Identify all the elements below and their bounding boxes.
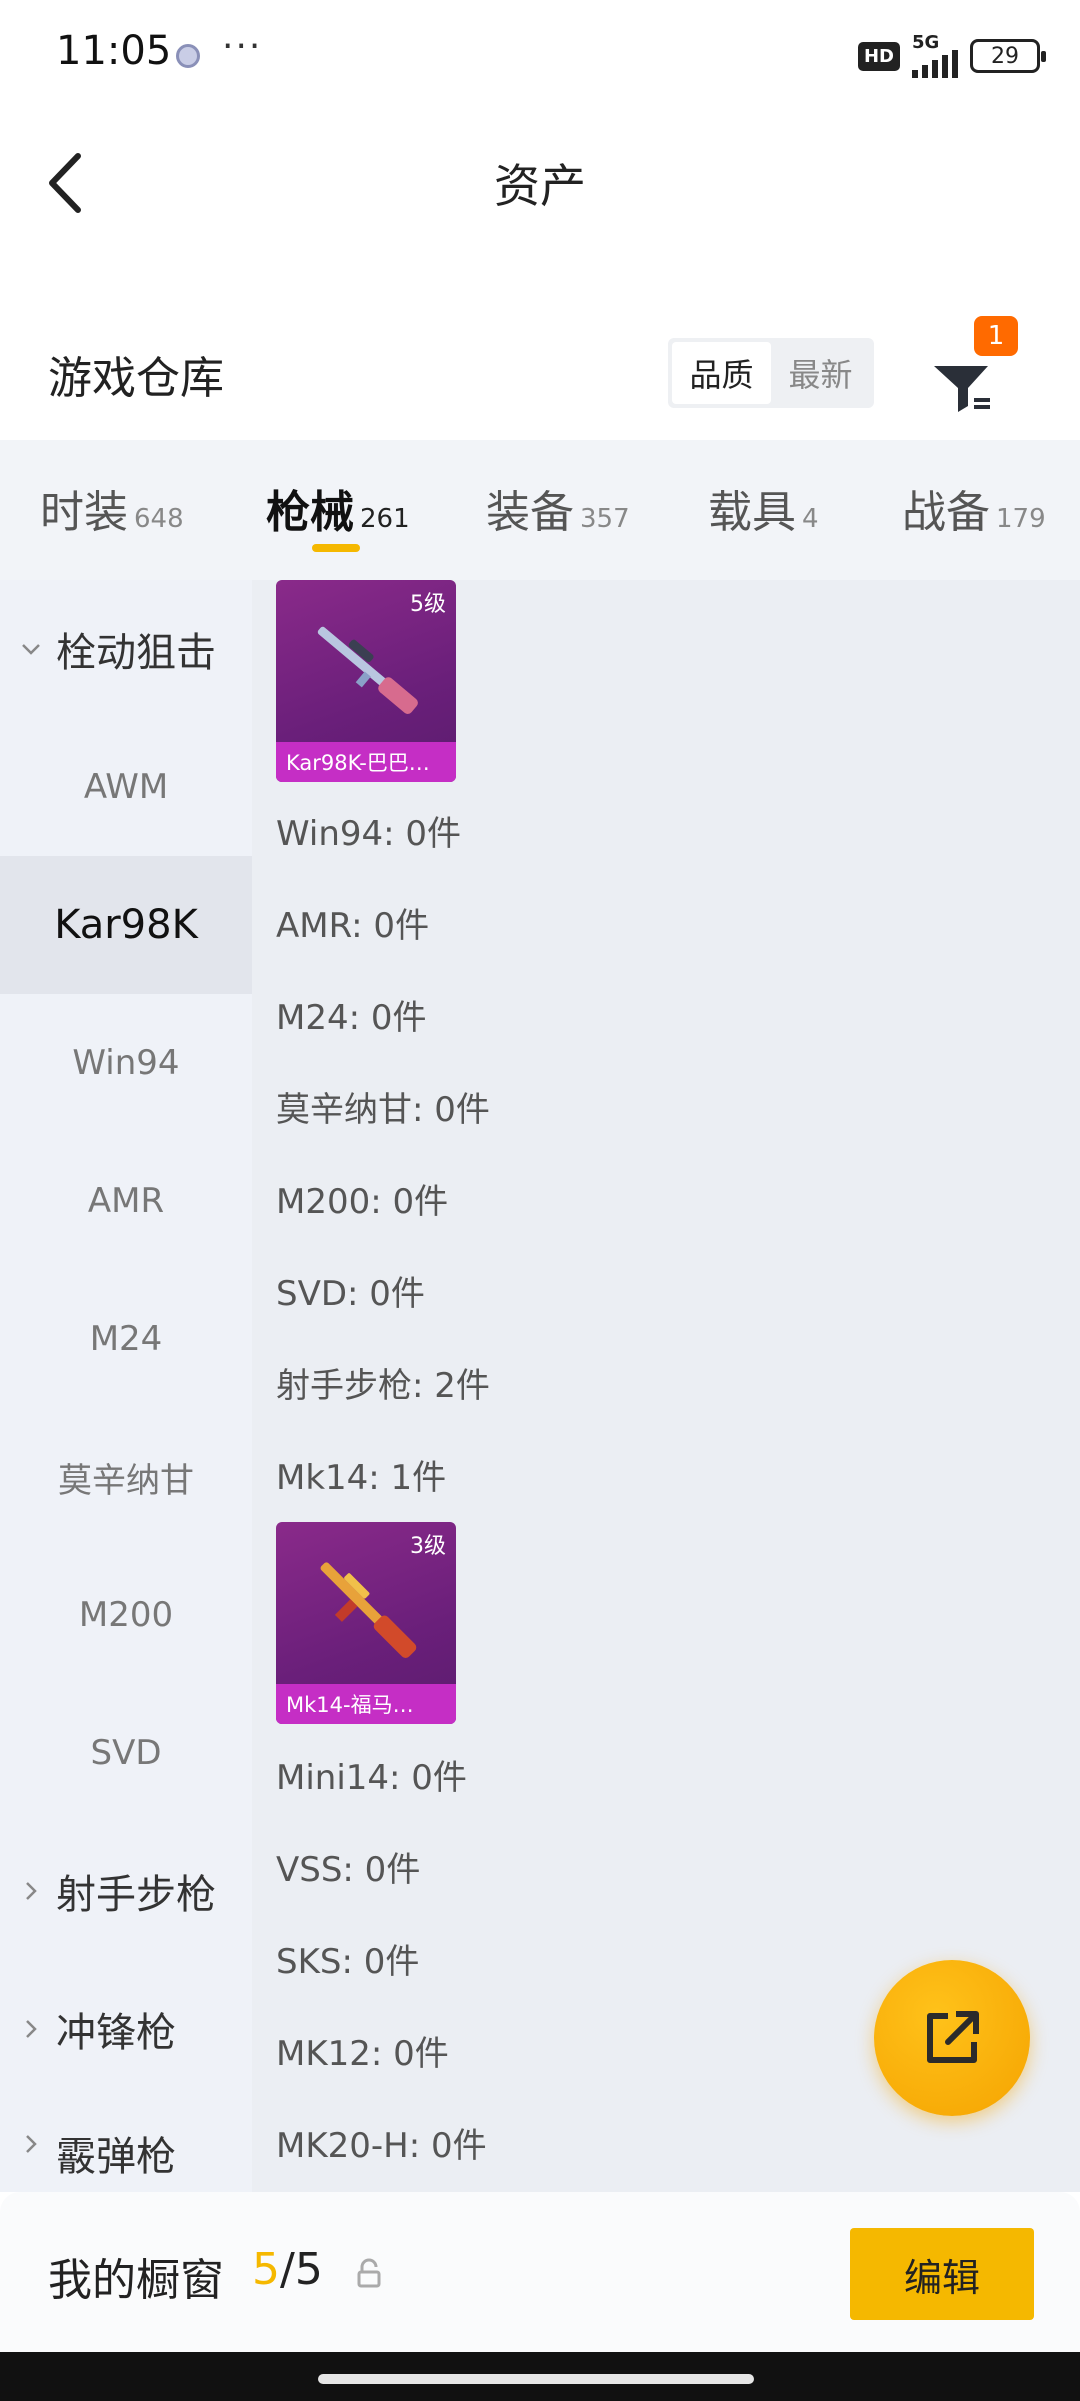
tab-vehicles[interactable]: 载具 4	[708, 476, 819, 540]
chevron-right-icon	[26, 1882, 37, 1900]
sidebar-item-m200[interactable]: M200	[0, 1546, 252, 1684]
edit-button[interactable]: 编辑	[850, 2228, 1034, 2320]
battery-level: 29	[991, 43, 1019, 69]
card-name: Mk14-福马…	[276, 1684, 456, 1724]
tab-weapons[interactable]: 枪械 261	[266, 476, 410, 540]
status-indicators: HD 5G 29	[857, 34, 1046, 78]
sort-toggle: 品质 最新	[668, 338, 874, 408]
sidebar-item-label: AWM	[83, 767, 169, 807]
sidebar-item-amr[interactable]: AMR	[0, 1132, 252, 1270]
sniper-rifle-icon	[317, 626, 418, 714]
list-item: Mini14: 0件	[276, 1758, 467, 1798]
more-notifications-icon: ···	[222, 26, 263, 67]
sidebar-item-label: 霰弹枪	[56, 2134, 176, 2180]
sidebar-item-label: 莫辛纳甘	[58, 1460, 194, 1501]
sidebar-item-kar98k[interactable]: Kar98K	[0, 856, 252, 994]
sidebar: 栓动狙击 AWM Kar98K Win94 AMR M24 莫辛纳甘 M200 …	[0, 580, 252, 2192]
sidebar-item-label: SVD	[90, 1733, 162, 1773]
list-item: M200: 0件	[276, 1182, 449, 1222]
list-item: Mk14: 1件	[276, 1458, 447, 1498]
sidebar-item-m24[interactable]: M24	[0, 1270, 252, 1408]
home-indicator[interactable]	[318, 2374, 754, 2384]
hd-icon: HD	[857, 41, 900, 71]
sidebar-item-awm[interactable]: AWM	[0, 718, 252, 856]
sidebar-item-label: 射手步枪	[56, 1872, 216, 1918]
sidebar-item-label: Kar98K	[54, 902, 198, 948]
tab-label: 战备	[902, 487, 990, 538]
card-name: Kar98K-巴巴…	[276, 742, 456, 782]
chevron-down-icon	[22, 644, 40, 655]
tab-count: 261	[360, 504, 410, 534]
sidebar-item-svd[interactable]: SVD	[0, 1684, 252, 1822]
showcase-count: 5/5	[252, 2244, 323, 2295]
list-item: 莫辛纳甘: 0件	[276, 1090, 490, 1130]
list-item: MK12: 0件	[276, 2034, 449, 2074]
tab-label: 枪械	[266, 487, 354, 538]
tab-fashion[interactable]: 时装 648	[40, 476, 184, 540]
tab-count: 357	[580, 504, 630, 534]
tab-label: 载具	[708, 487, 796, 538]
sidebar-item-label: 栓动狙击	[56, 630, 216, 676]
sidebar-group-bolt-action[interactable]: 栓动狙击	[0, 580, 252, 718]
warehouse-header: 游戏仓库 品质 最新	[0, 320, 1080, 440]
sidebar-item-label: Win94	[72, 1043, 180, 1083]
status-bar: 11:05 ··· HD 5G 29	[0, 0, 1080, 110]
rifle-icon	[320, 1562, 417, 1659]
content-list: 5级 Kar98K-巴巴… Win94: 0件 AMR: 0件 M24: 0件 …	[252, 580, 1080, 2192]
notification-icon	[176, 44, 200, 68]
tab-count: 648	[134, 504, 184, 534]
item-card-mk14[interactable]: 3级 Mk14-福马…	[276, 1522, 456, 1724]
tab-equipment[interactable]: 装备 357	[486, 476, 630, 540]
sort-quality-option[interactable]: 品质	[672, 342, 771, 404]
sidebar-item-label: 冲锋枪	[56, 2010, 176, 2056]
item-card-kar98k[interactable]: 5级 Kar98K-巴巴…	[276, 580, 456, 782]
sidebar-item-label: AMR	[87, 1181, 165, 1221]
showcase-total: 5	[294, 2244, 323, 2295]
filter-count-badge: 1	[974, 316, 1018, 356]
sidebar-item-label: M200	[78, 1595, 174, 1635]
share-fab-button[interactable]	[874, 1960, 1030, 2116]
tab-label: 装备	[486, 487, 574, 538]
chevron-right-icon	[26, 2135, 37, 2153]
signal-icon: 5G	[912, 34, 958, 78]
list-item: SKS: 0件	[276, 1942, 420, 1982]
sidebar-group-smg[interactable]: 冲锋枪	[0, 1960, 252, 2098]
sidebar-item-label: M24	[89, 1319, 163, 1359]
showcase-current: 5	[252, 2244, 280, 2295]
tab-battle-gear[interactable]: 战备 179	[902, 476, 1046, 540]
tab-label: 时装	[40, 487, 128, 538]
list-item: VSS: 0件	[276, 1850, 421, 1890]
sort-latest-option[interactable]: 最新	[771, 342, 870, 404]
showcase-separator: /	[280, 2244, 295, 2295]
sidebar-item-win94[interactable]: Win94	[0, 994, 252, 1132]
list-item: M24: 0件	[276, 998, 427, 1038]
showcase-label: 我的橱窗	[48, 2255, 224, 2306]
battery-icon: 29	[970, 39, 1046, 73]
active-tab-indicator	[312, 544, 360, 552]
list-item: MK20-H: 0件	[276, 2126, 487, 2166]
nav-bar: 资产	[0, 110, 1080, 250]
gesture-area	[0, 2352, 1080, 2401]
network-type: 5G	[912, 32, 940, 53]
tab-count: 4	[802, 504, 819, 534]
sidebar-group-shotgun[interactable]: 霰弹枪	[0, 2098, 252, 2192]
warehouse-title: 游戏仓库	[48, 353, 224, 404]
chevron-right-icon	[26, 2020, 37, 2038]
tab-count: 179	[996, 504, 1046, 534]
external-link-icon	[927, 2011, 979, 2063]
page-title: 资产	[494, 159, 586, 213]
list-item: AMR: 0件	[276, 906, 430, 946]
showcase-bar: 我的橱窗 5/5 编辑	[0, 2192, 1080, 2352]
sidebar-group-marksman-rifle[interactable]: 射手步枪	[0, 1822, 252, 1960]
list-item: Win94: 0件	[276, 814, 462, 854]
lock-icon	[357, 2258, 381, 2288]
list-item: SVD: 0件	[276, 1274, 425, 1314]
list-item: 射手步枪: 2件	[276, 1366, 490, 1406]
status-time: 11:05	[56, 28, 172, 74]
category-tabs: 时装 648 枪械 261 装备 357 载具 4 战备 179	[0, 440, 1080, 580]
sidebar-item-mosin[interactable]: 莫辛纳甘	[0, 1408, 252, 1546]
